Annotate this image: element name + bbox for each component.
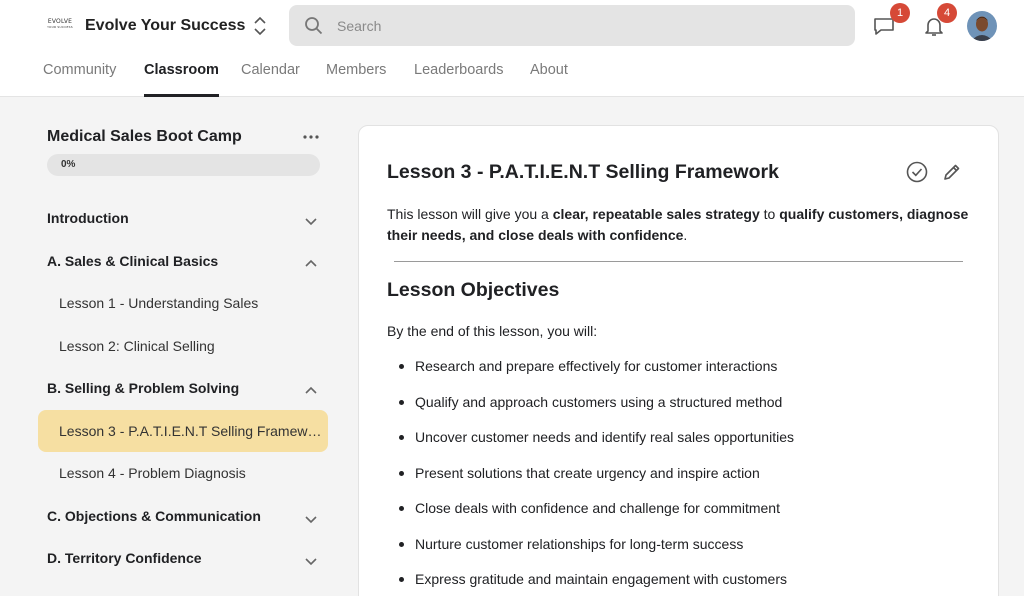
top-bar: EVOLVE YOUR SUCCESS Evolve Your Success … <box>0 0 1024 97</box>
divider <box>394 261 963 262</box>
bullet-icon <box>399 435 404 440</box>
sidebar-section-introduction[interactable]: Introduction <box>38 199 328 237</box>
tab-calendar[interactable]: Calendar <box>241 62 300 97</box>
objective-text: Nurture customer relationships for long-… <box>415 535 744 552</box>
bullet-icon <box>399 541 404 547</box>
chat-badge: 1 <box>890 3 910 23</box>
sidebar-item-label: Introduction <box>47 210 129 226</box>
chevron-up-down-icon[interactable] <box>252 14 268 38</box>
check-circle-icon[interactable] <box>906 161 928 183</box>
notification-badge: 4 <box>937 3 957 23</box>
intro-text: This lesson will give you a <box>387 206 553 222</box>
intro-text: . <box>683 227 688 243</box>
chevron-down-icon <box>304 553 318 566</box>
objective-text: Qualify and approach customers using a s… <box>415 393 783 410</box>
list-item: Nurture customer relationships for long-… <box>387 526 987 562</box>
tab-community[interactable]: Community <box>43 62 116 97</box>
sidebar-section-selling-problem-solving[interactable]: B. Selling & Problem Solving <box>38 369 328 407</box>
tab-members[interactable]: Members <box>326 62 386 97</box>
sidebar-item-label: B. Selling & Problem Solving <box>47 380 240 396</box>
bullet-icon <box>399 506 404 511</box>
sidebar-lesson-4[interactable]: Lesson 4 - Problem Diagnosis <box>38 454 328 492</box>
chevron-up-icon <box>304 256 318 267</box>
sidebar-lesson-2[interactable]: Lesson 2: Clinical Selling <box>38 327 328 365</box>
logo-subtext: YOUR SUCCESS <box>47 25 73 29</box>
bullet-icon <box>399 364 404 369</box>
sidebar-item-label: Lesson 3 - P.A.T.I.E.N.T Selling Framewo… <box>59 423 324 439</box>
sidebar-lesson-1[interactable]: Lesson 1 - Understanding Sales <box>38 284 328 322</box>
main-tabs: Community Classroom Calendar Members Lea… <box>0 56 1024 97</box>
intro-text: to <box>759 206 780 222</box>
objective-text: Express gratitude and maintain engagemen… <box>415 571 787 587</box>
objective-text: Close deals with confidence and challeng… <box>415 500 780 516</box>
objective-text: Present solutions that create urgency an… <box>415 464 760 481</box>
objectives-heading: Lesson Objectives <box>387 279 560 301</box>
objective-text: Uncover customer needs and identify real… <box>415 429 794 445</box>
sidebar-item-label: Lesson 4 - Problem Diagnosis <box>59 465 246 481</box>
lesson-content-card: Lesson 3 - P.A.T.I.E.N.T Selling Framewo… <box>358 125 999 596</box>
objective-text: Research and prepare effectively for cus… <box>415 358 778 374</box>
tab-classroom[interactable]: Classroom <box>144 62 219 97</box>
list-item: Qualify and approach customers using a s… <box>387 384 987 420</box>
sidebar-item-label: A. Sales & Clinical Basics <box>47 253 219 269</box>
community-name[interactable]: Evolve Your Success <box>85 17 245 35</box>
more-options-icon[interactable] <box>302 129 320 139</box>
sidebar-section-territory-confidence[interactable]: D. Territory Confidence <box>38 539 328 577</box>
chevron-up-icon <box>304 383 318 394</box>
course-progress-bar: 0% <box>47 154 320 176</box>
sidebar-item-label: Lesson 1 - Understanding Sales <box>59 295 259 311</box>
tab-about[interactable]: About <box>530 62 568 97</box>
list-item: Close deals with confidence and challeng… <box>387 490 987 526</box>
objectives-intro: By the end of this lesson, you will: <box>387 323 598 339</box>
objectives-list: Research and prepare effectively for cus… <box>387 348 987 596</box>
sidebar-item-label: D. Territory Confidence <box>47 550 202 566</box>
chevron-down-icon <box>304 213 318 226</box>
progress-label: 0% <box>61 159 76 170</box>
sidebar-item-label: C. Objections & Communication <box>47 508 261 524</box>
sidebar-item-label: Lesson 2: Clinical Selling <box>59 338 215 354</box>
bullet-icon <box>399 577 404 582</box>
bullet-icon <box>399 470 404 476</box>
lesson-intro: This lesson will give you a clear, repea… <box>387 204 977 246</box>
sidebar-section-sales-clinical-basics[interactable]: A. Sales & Clinical Basics <box>38 242 328 280</box>
search-bar[interactable] <box>289 5 855 46</box>
list-item: Present solutions that create urgency an… <box>387 455 987 491</box>
lesson-title: Lesson 3 - P.A.T.I.E.N.T Selling Framewo… <box>387 161 779 183</box>
search-input[interactable] <box>337 5 837 46</box>
list-item: Research and prepare effectively for cus… <box>387 348 987 384</box>
course-sidebar: Medical Sales Boot Camp 0% Introduction … <box>0 97 345 596</box>
search-icon <box>304 16 324 36</box>
pencil-icon[interactable] <box>942 162 962 182</box>
tab-leaderboards[interactable]: Leaderboards <box>414 62 504 97</box>
logo-text: EVOLVE <box>47 18 73 25</box>
course-title: Medical Sales Boot Camp <box>47 128 242 145</box>
list-item: Express gratitude and maintain engagemen… <box>387 561 987 596</box>
sidebar-lesson-3-active[interactable]: Lesson 3 - P.A.T.I.E.N.T Selling Framewo… <box>38 410 328 452</box>
sidebar-section-objections-communication[interactable]: C. Objections & Communication <box>38 497 328 535</box>
bullet-icon <box>399 399 404 405</box>
chevron-down-icon <box>304 511 318 524</box>
user-avatar[interactable] <box>967 11 997 41</box>
community-logo[interactable]: EVOLVE YOUR SUCCESS <box>46 18 74 32</box>
list-item: Uncover customer needs and identify real… <box>387 419 987 455</box>
intro-bold-text: clear, repeatable sales strategy <box>552 206 760 222</box>
